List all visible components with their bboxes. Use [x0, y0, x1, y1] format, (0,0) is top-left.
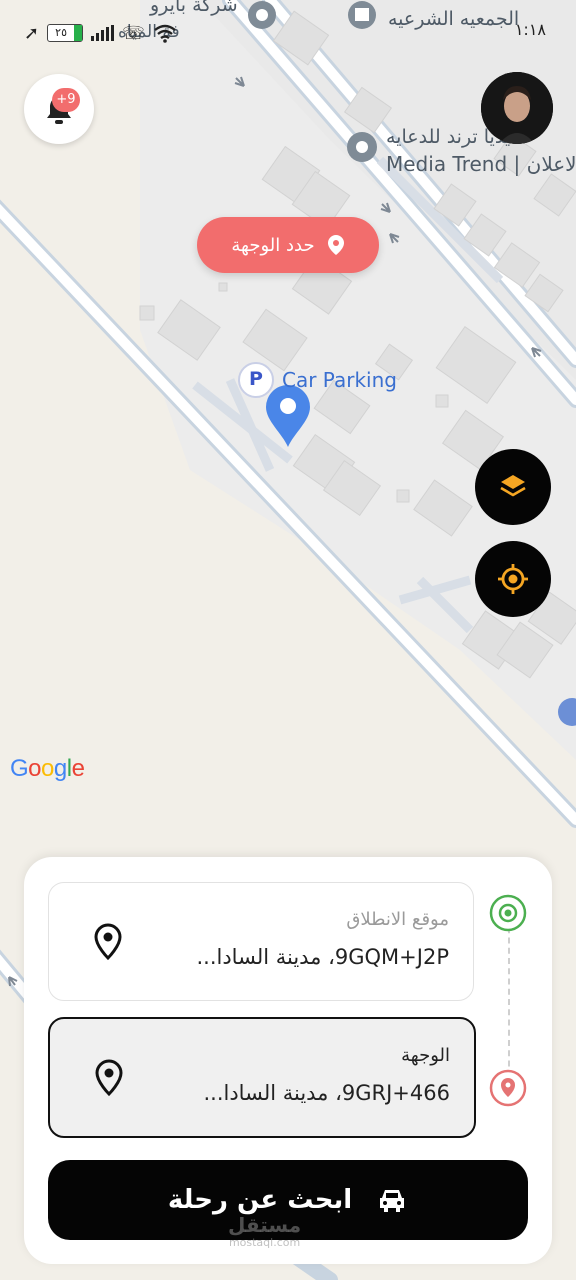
map-layers-button[interactable]	[475, 449, 551, 525]
profile-photo	[481, 72, 553, 144]
poi-car-parking-letter: P	[249, 368, 263, 390]
route-connector	[508, 917, 510, 1087]
google-logo: Google	[10, 755, 85, 782]
origin-target-icon	[489, 894, 527, 932]
layers-icon	[500, 475, 526, 497]
status-time: ١:١٨	[514, 20, 546, 39]
poi-car-parking-label[interactable]: Car Parking	[282, 368, 397, 392]
notifications-button[interactable]: +9	[24, 74, 94, 144]
car-icon	[380, 1190, 405, 1212]
crosshair-icon	[498, 564, 528, 594]
data-arrow-icon: ➚	[24, 22, 40, 44]
status-icons: ➚ ٢٥ ☏	[24, 18, 177, 48]
my-location-button[interactable]	[475, 541, 551, 617]
avatar[interactable]	[481, 72, 553, 144]
battery-level: ٢٥	[55, 26, 67, 39]
battery-icon: ٢٥	[47, 24, 84, 42]
origin-label: موقع الانطلاق	[346, 909, 449, 930]
notification-badge: +9	[52, 88, 80, 112]
trip-card: موقع الانطلاق 9GQM+J2P، مدينة السادا... …	[24, 857, 552, 1264]
set-destination-label: حدد الوجهة	[231, 234, 315, 256]
map-pin-icon	[94, 923, 122, 961]
watermark: مستقل mostaql.com	[228, 1213, 302, 1249]
set-destination-button[interactable]: حدد الوجهة	[197, 217, 379, 273]
search-trip-label: ابحث عن رحلة	[167, 1185, 353, 1215]
call-icon: ☏	[122, 22, 145, 44]
poi-media-trend-en-label: Media Trend | لاعلان	[386, 152, 576, 176]
destination-label: الوجهة	[401, 1045, 450, 1066]
signal-icon	[91, 25, 115, 41]
location-pin-icon	[327, 235, 344, 255]
origin-field[interactable]: موقع الانطلاق 9GQM+J2P، مدينة السادا...	[48, 882, 474, 1001]
poi-bayro-label: شركة بايرو	[150, 0, 238, 16]
wifi-icon	[153, 24, 176, 43]
destination-pin-icon	[489, 1069, 527, 1107]
destination-value: 9GRJ+466، مدينة السادا...	[203, 1081, 450, 1105]
destination-field[interactable]: الوجهة 9GRJ+466، مدينة السادا...	[48, 1017, 476, 1138]
status-bar: ➚ ٢٥ ☏ ١:١٨	[24, 18, 546, 48]
map-pin-icon	[95, 1059, 123, 1097]
origin-value: 9GQM+J2P، مدينة السادا...	[196, 945, 449, 969]
